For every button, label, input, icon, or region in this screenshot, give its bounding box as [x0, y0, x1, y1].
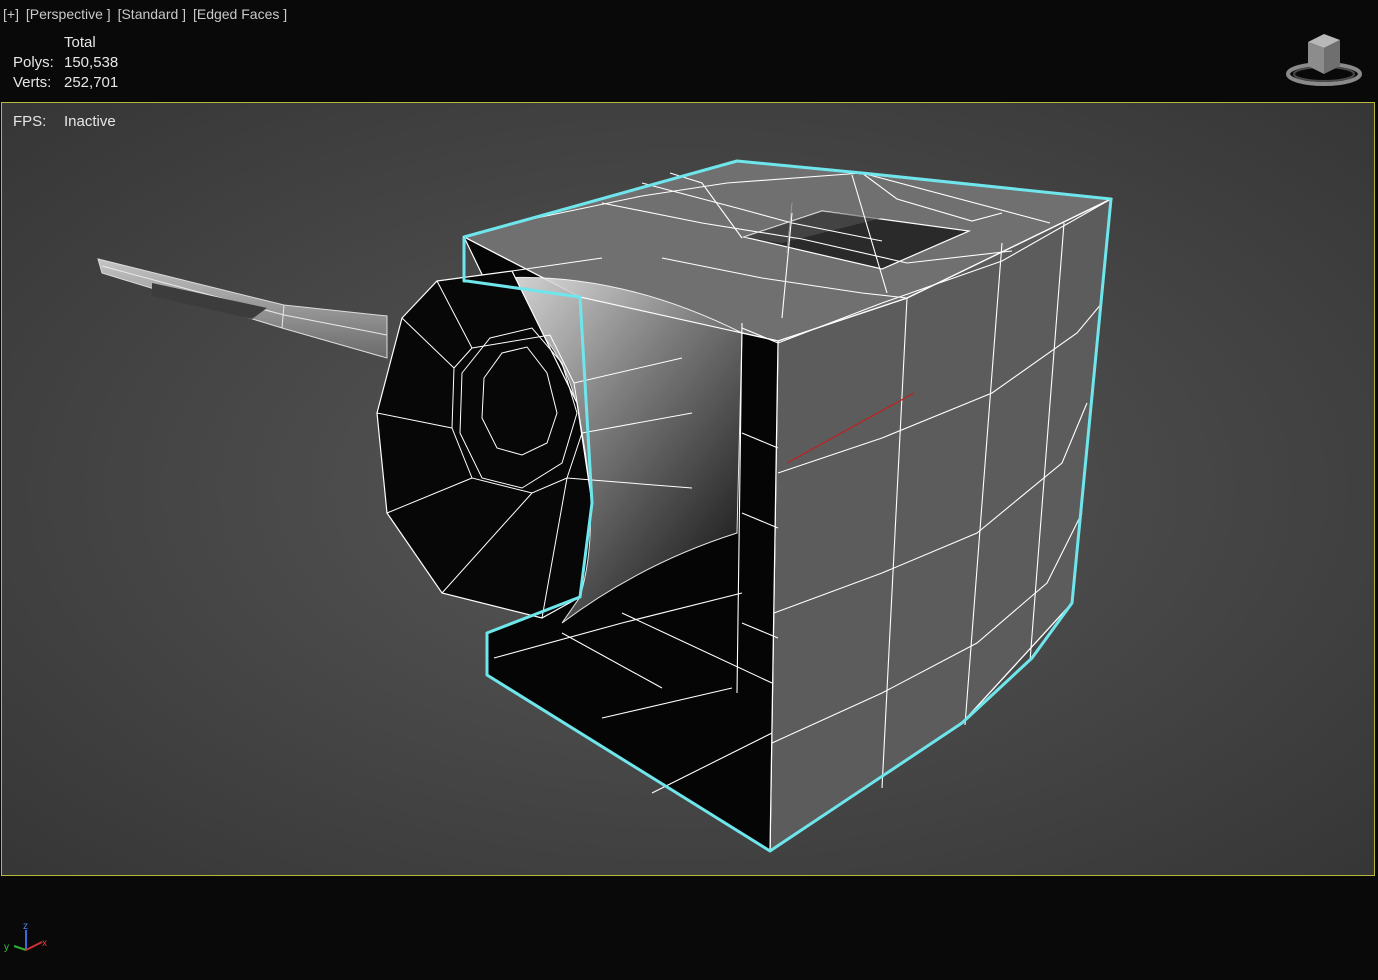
viewport-view-menu[interactable]: [Perspective ] [26, 6, 111, 22]
stats-header-row: Total [13, 33, 118, 53]
verts-label: Verts: [13, 74, 52, 91]
viewcube-icon[interactable] [1284, 30, 1364, 92]
axis-y-label: y [4, 942, 9, 953]
viewport-display-mode-menu[interactable]: [Edged Faces ] [193, 6, 287, 22]
perspective-viewport[interactable] [2, 103, 1374, 875]
stats-verts-row: Verts: 252,701 [13, 73, 118, 93]
axis-z-label: z [23, 921, 28, 932]
viewport-general-menu[interactable]: [+] [3, 6, 19, 22]
viewport-shading-quality-menu[interactable]: [Standard ] [118, 6, 187, 22]
statistics-overlay: Total Polys: 150,538 Verts: 252,701 [13, 33, 118, 93]
fps-overlay: FPS: Inactive [13, 113, 116, 130]
stats-header: Total [64, 34, 96, 51]
axis-tripod-icon: z y x [4, 921, 47, 953]
verts-value: 252,701 [64, 74, 119, 91]
axis-x-label: x [42, 938, 47, 949]
fps-value: Inactive [64, 113, 116, 130]
polys-label: Polys: [13, 54, 54, 71]
viewport-label-menu: [+] [Perspective ] [Standard ] [Edged Fa… [3, 6, 290, 22]
fps-label: FPS: [13, 113, 47, 130]
polys-value: 150,538 [64, 54, 119, 71]
stats-polys-row: Polys: 150,538 [13, 53, 118, 73]
